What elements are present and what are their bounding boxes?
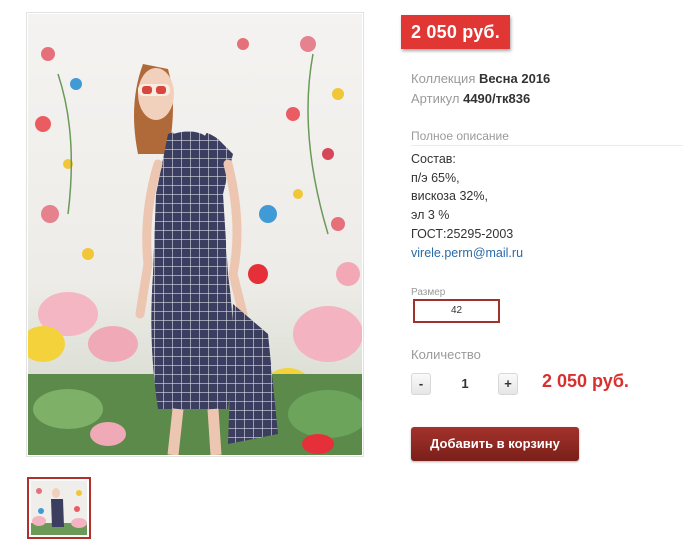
quantity-increase-button[interactable]: + [498,373,518,395]
description-line: вискоза 32%, [411,189,488,204]
product-thumbnail[interactable] [27,477,91,539]
description-line: ГОСТ:25295-2003 [411,226,514,241]
size-label: Размер [411,287,446,298]
article-row: Артикул 4490/тк836 [411,91,530,106]
product-photo-frame[interactable] [26,12,364,457]
description-body: Состав: п/э 65%, вискоза 32%, эл 3 % ГОС… [411,150,523,262]
price-badge: 2 050 руб. [401,15,510,49]
size-option-selected[interactable]: 42 [413,299,500,323]
quantity-input[interactable] [450,376,480,391]
article-value: 4490/тк836 [463,91,531,106]
product-photo[interactable] [28,14,362,455]
email-link[interactable]: virele.perm@mail.ru [411,246,523,260]
add-to-cart-button[interactable]: Добавить в корзину [411,427,579,461]
description-line: Состав: [411,152,456,166]
thumbnail-image[interactable] [31,481,87,535]
description-line: эл 3 % [411,208,450,223]
total-price: 2 050 руб. [542,371,629,391]
collection-row: Коллекция Весна 2016 [411,71,550,86]
article-label: Артикул [411,91,460,106]
description-title: Полное описание [411,129,683,146]
description-line: п/э 65%, [411,170,460,185]
collection-value: Весна 2016 [478,71,551,86]
collection-label: Коллекция [411,71,476,86]
quantity-label: Количество [411,347,481,362]
quantity-decrease-button[interactable]: - [411,373,431,395]
